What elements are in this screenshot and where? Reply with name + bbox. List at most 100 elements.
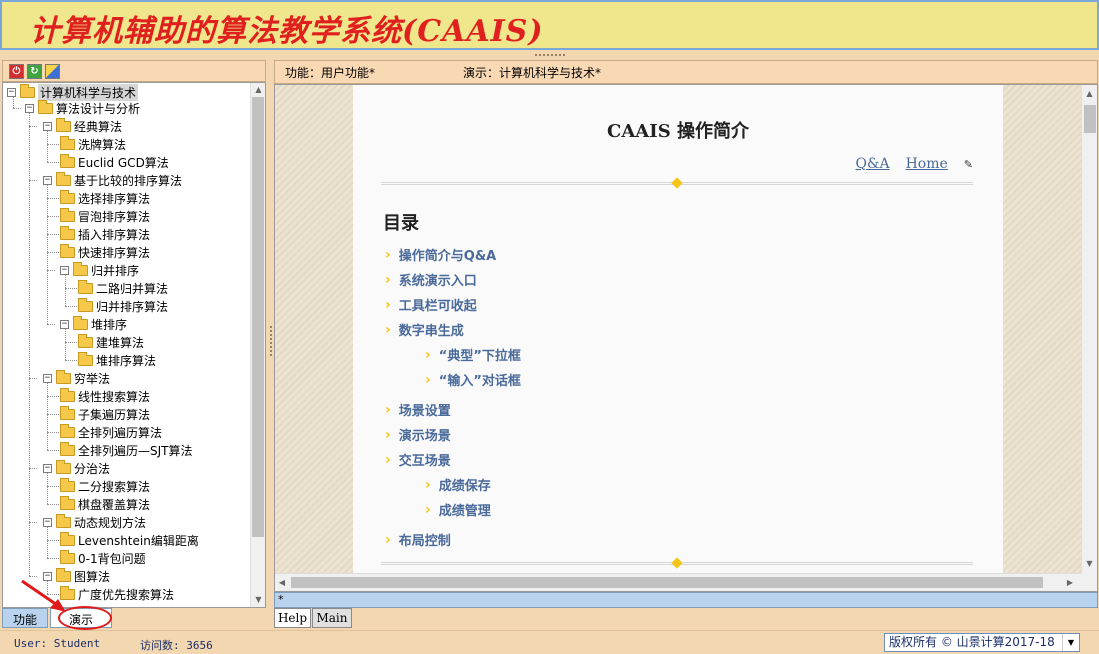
annotation-arrow-icon bbox=[21, 579, 66, 612]
collapse-icon[interactable]: − bbox=[60, 319, 69, 329]
chevron-right-icon: › bbox=[385, 246, 391, 263]
tree-leaf[interactable]: 洗牌算法 bbox=[60, 135, 126, 153]
folder-icon bbox=[60, 441, 75, 456]
right-header: 功能：用户功能* 演示：计算机科学与技术* bbox=[274, 60, 1098, 84]
tree-leaf[interactable]: Euclid GCD算法 bbox=[60, 153, 169, 171]
visit-count: 访问数: 3656 bbox=[140, 639, 213, 652]
chevron-right-icon: › bbox=[385, 271, 391, 288]
home-link[interactable]: Home bbox=[906, 156, 948, 172]
dropdown-arrow-icon[interactable]: ▼ bbox=[1062, 634, 1079, 651]
tree-node[interactable]: − 经典算法 bbox=[43, 117, 122, 135]
folder-icon bbox=[60, 405, 75, 420]
scroll-up-icon[interactable]: ▲ bbox=[1082, 87, 1097, 101]
collapse-icon[interactable]: − bbox=[43, 175, 52, 185]
tree-leaf[interactable]: 二分搜索算法 bbox=[60, 477, 150, 495]
tree-leaf[interactable]: 线性搜索算法 bbox=[60, 387, 150, 405]
collapse-icon[interactable]: − bbox=[7, 87, 16, 97]
tree-node[interactable]: − 动态规划方法 bbox=[43, 513, 146, 531]
doc-links: Q&A Home ✎ bbox=[856, 156, 973, 172]
tab-help[interactable]: Help bbox=[274, 608, 311, 628]
collapse-icon[interactable]: − bbox=[43, 517, 52, 527]
collapse-icon[interactable]: − bbox=[43, 373, 52, 383]
scroll-down-icon[interactable]: ▼ bbox=[251, 593, 265, 607]
toc-link[interactable]: › 系统演示入口 bbox=[385, 270, 477, 290]
folder-icon bbox=[60, 531, 75, 546]
tab-main[interactable]: Main bbox=[312, 608, 352, 628]
toc-link[interactable]: › 演示场景 bbox=[385, 425, 451, 445]
scroll-down-icon[interactable]: ▼ bbox=[1082, 557, 1097, 571]
tree-leaf[interactable]: 棋盘覆盖算法 bbox=[60, 495, 150, 513]
toc-link[interactable]: › “典型”下拉框 bbox=[425, 345, 521, 365]
content-hscroll-thumb[interactable] bbox=[291, 577, 1043, 588]
tree-leaf[interactable]: 快速排序算法 bbox=[60, 243, 150, 261]
tree-leaf[interactable]: 子集遍历算法 bbox=[60, 405, 150, 423]
copyright-dropdown[interactable]: 版权所有 © 山景计算2017-18 ▼ bbox=[884, 633, 1080, 652]
tree-leaf[interactable]: 选择排序算法 bbox=[60, 189, 150, 207]
chevron-right-icon: › bbox=[425, 371, 431, 388]
tool-icon[interactable] bbox=[45, 63, 60, 79]
tree-node[interactable]: − 堆排序 bbox=[60, 315, 127, 333]
tree-leaf[interactable]: 全排列遍历算法 bbox=[60, 423, 162, 441]
toc-link[interactable]: › 工具栏可收起 bbox=[385, 295, 477, 315]
collapse-icon[interactable]: − bbox=[43, 463, 52, 473]
tree-node[interactable]: − 穷举法 bbox=[43, 369, 110, 387]
tree-node[interactable]: − 归并排序 bbox=[60, 261, 139, 279]
footer-status-bar: User: Student 访问数: 3656 版权所有 © 山景计算2017-… bbox=[0, 630, 1099, 654]
app-title: 计算机辅助的算法教学系统(CAAIS) bbox=[30, 14, 544, 49]
splitter-grip-icon[interactable] bbox=[534, 53, 566, 57]
collapse-icon[interactable]: − bbox=[25, 103, 34, 113]
folder-icon bbox=[60, 153, 75, 168]
chevron-right-icon: › bbox=[385, 426, 391, 443]
tree-leaf[interactable]: 插入排序算法 bbox=[60, 225, 150, 243]
collapse-icon[interactable]: − bbox=[60, 265, 69, 275]
pin-icon[interactable]: ✎ bbox=[964, 158, 973, 171]
tree-leaf[interactable]: Levenshtein编辑距离 bbox=[60, 531, 199, 549]
content-scroll-thumb[interactable] bbox=[1084, 105, 1096, 133]
tree-node[interactable]: − 基于比较的排序算法 bbox=[43, 171, 182, 189]
qa-link[interactable]: Q&A bbox=[856, 156, 890, 172]
tree-leaf[interactable]: 0-1背包问题 bbox=[60, 549, 146, 567]
tree-scroll-thumb[interactable] bbox=[252, 97, 264, 537]
tree-node[interactable]: − 分治法 bbox=[43, 459, 110, 477]
tree-leaf[interactable]: 建堆算法 bbox=[78, 333, 144, 351]
splitter-grip-icon[interactable] bbox=[269, 325, 273, 357]
toc-link[interactable]: › 成绩保存 bbox=[425, 475, 491, 495]
folder-icon bbox=[20, 83, 35, 98]
tree-leaf[interactable]: 广度优先搜索算法 bbox=[60, 585, 174, 603]
toc-link[interactable]: › 交互场景 bbox=[385, 450, 451, 470]
toc-link[interactable]: › 数字串生成 bbox=[385, 320, 464, 340]
folder-icon bbox=[56, 459, 71, 474]
tree-leaf[interactable]: 归并排序算法 bbox=[78, 297, 168, 315]
chevron-right-icon: › bbox=[385, 531, 391, 548]
toc-link[interactable]: › 场景设置 bbox=[385, 400, 451, 420]
tree-leaf[interactable]: 二路归并算法 bbox=[78, 279, 168, 297]
folder-icon bbox=[78, 297, 93, 312]
folder-icon bbox=[60, 549, 75, 564]
scroll-left-icon[interactable]: ◀ bbox=[275, 576, 289, 590]
page-margin-left bbox=[275, 85, 353, 573]
folder-icon bbox=[56, 171, 71, 186]
help-content-frame[interactable]: CAAIS 操作简介 Q&A Home ✎ 目录 › 操作简介与Q&A › 系统演示… bbox=[274, 84, 1098, 592]
refresh-icon[interactable]: ↻ bbox=[27, 63, 42, 79]
toc-link[interactable]: › 操作简介与Q&A bbox=[385, 245, 496, 265]
tree-leaf[interactable]: 堆排序算法 bbox=[78, 351, 156, 369]
tree-leaf[interactable]: 冒泡排序算法 bbox=[60, 207, 150, 225]
page-margin-right bbox=[1003, 85, 1081, 573]
folder-icon bbox=[78, 279, 93, 294]
chevron-right-icon: › bbox=[425, 346, 431, 363]
page-title: CAAIS 操作简介 bbox=[607, 121, 749, 142]
scroll-up-icon[interactable]: ▲ bbox=[251, 83, 265, 97]
scroll-right-icon[interactable]: ▶ bbox=[1063, 576, 1077, 590]
content-vertical-scrollbar[interactable]: ▲ ▼ bbox=[1081, 85, 1097, 573]
collapse-icon[interactable]: − bbox=[43, 121, 52, 131]
toc-link[interactable]: › “输入”对话框 bbox=[425, 370, 521, 390]
power-icon[interactable]: ⏻ bbox=[9, 63, 24, 79]
toc-link[interactable]: › 成绩管理 bbox=[425, 500, 491, 520]
tree-leaf[interactable]: 全排列遍历—SJT算法 bbox=[60, 441, 193, 459]
tree-view[interactable]: − 计算机科学与技术 − 算法设计与分析 − 经典算法 洗牌算法 Euclid GCD… bbox=[2, 82, 266, 608]
tree-node[interactable]: − 算法设计与分析 bbox=[25, 99, 140, 117]
folder-icon bbox=[60, 477, 75, 492]
tree-scrollbar[interactable]: ▲ ▼ bbox=[250, 83, 265, 607]
content-horizontal-scrollbar[interactable]: ◀ ▶ bbox=[275, 573, 1081, 591]
toc-link[interactable]: › 布局控制 bbox=[385, 530, 451, 550]
